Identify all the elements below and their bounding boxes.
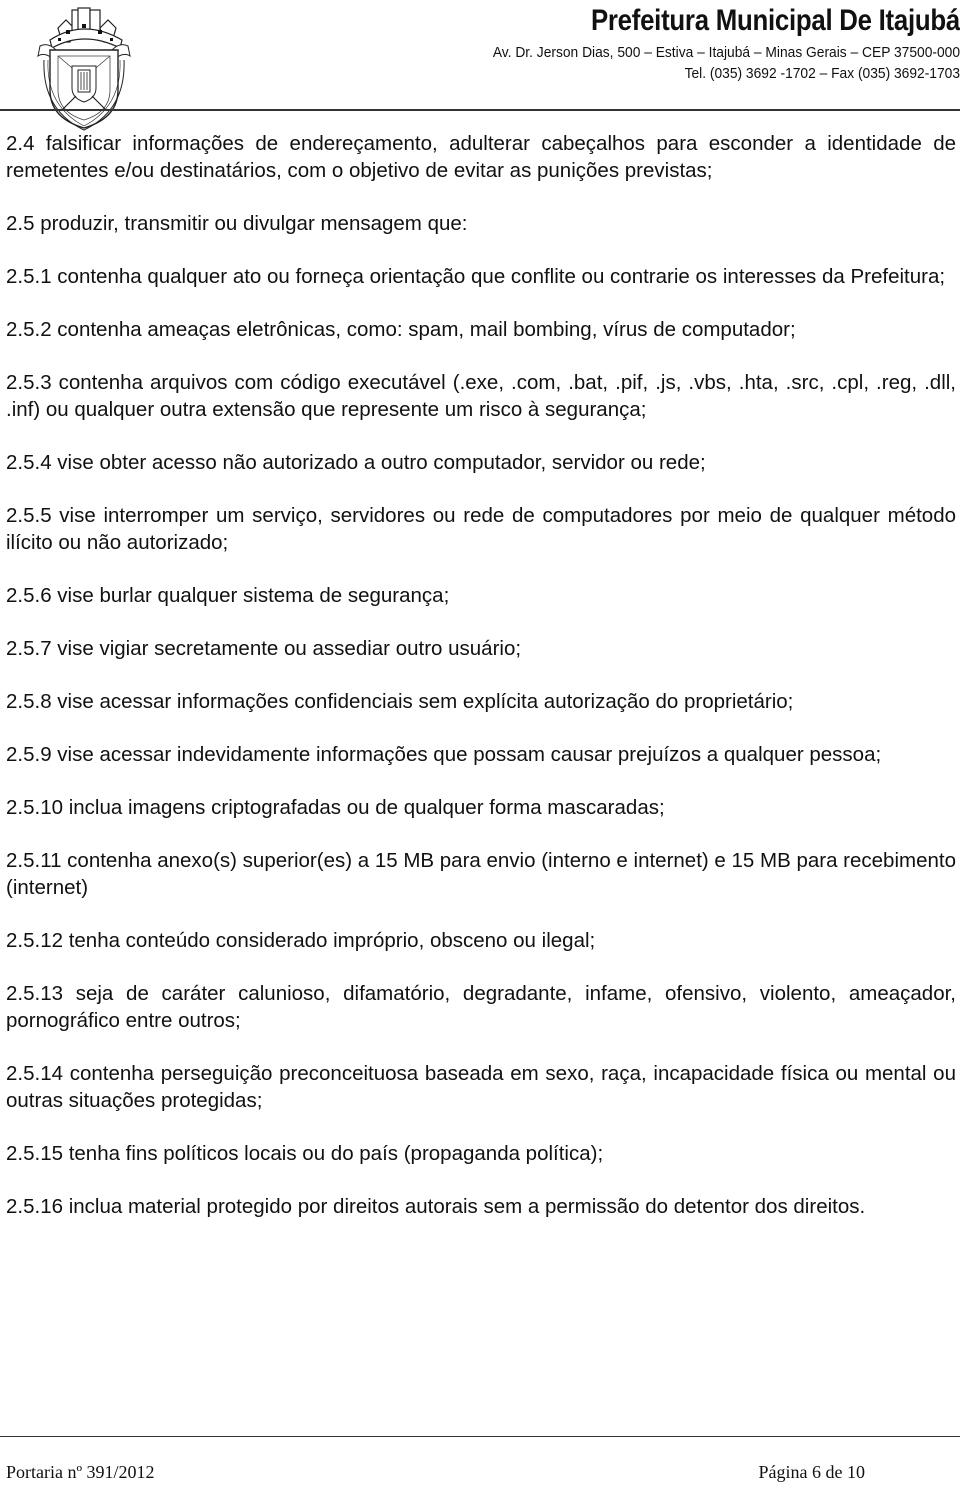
clause-2-5-12: 2.5.12 tenha conteúdo considerado impróp… <box>6 929 596 952</box>
clause-2-5-10: 2.5.10 inclua imagens criptografadas ou … <box>6 796 665 819</box>
organization-address: Av. Dr. Jerson Dias, 500 – Estiva – Itaj… <box>492 44 960 61</box>
clause-2-5-9: 2.5.9 vise acessar indevidamente informa… <box>6 743 882 766</box>
clause-2-5-2: 2.5.2 contenha ameaças eletrônicas, como… <box>6 318 796 341</box>
document-body: 2.4 falsificar informações de endereçame… <box>6 130 956 1220</box>
organization-phone: Tel. (035) 3692 -1702 – Fax (035) 3692-1… <box>684 65 960 82</box>
document-reference: Portaria nº 391/2012 <box>6 1462 155 1482</box>
clause-2-5-15: 2.5.15 tenha fins políticos locais ou do… <box>6 1142 604 1165</box>
clause-2-5-1: 2.5.1 contenha qualquer ato ou forneça o… <box>6 265 946 288</box>
clause-2-4: 2.4 falsificar informações de endereçame… <box>6 132 956 182</box>
city-coat-of-arms-icon <box>37 7 131 131</box>
page-number: Página 6 de 10 <box>758 1462 865 1482</box>
organization-title: Prefeitura Municipal De Itajubá <box>590 4 960 37</box>
footer-divider <box>0 1436 960 1437</box>
clause-2-5-3: 2.5.3 contenha arquivos com código execu… <box>6 371 956 421</box>
clause-2-5-16: 2.5.16 inclua material protegido por dir… <box>6 1195 866 1218</box>
header-divider <box>0 109 960 111</box>
clause-2-5-4: 2.5.4 vise obter acesso não autorizado a… <box>6 451 706 474</box>
clause-2-5-8: 2.5.8 vise acessar informações confidenc… <box>6 690 794 713</box>
clause-2-5-11: 2.5.11 contenha anexo(s) superior(es) a … <box>6 849 956 899</box>
page-header: Prefeitura Municipal De Itajubá Av. Dr. … <box>0 0 960 131</box>
clause-2-5-6: 2.5.6 vise burlar qualquer sistema de se… <box>6 584 450 607</box>
clause-2-5-5: 2.5.5 vise interromper um serviço, servi… <box>6 504 956 554</box>
clause-2-5-14: 2.5.14 contenha perseguição preconceituo… <box>6 1062 956 1112</box>
clause-2-5: 2.5 produzir, transmitir ou divulgar men… <box>6 212 468 235</box>
clause-2-5-13: 2.5.13 seja de caráter calunioso, difama… <box>6 982 956 1032</box>
clause-2-5-7: 2.5.7 vise vigiar secretamente ou assedi… <box>6 637 522 660</box>
